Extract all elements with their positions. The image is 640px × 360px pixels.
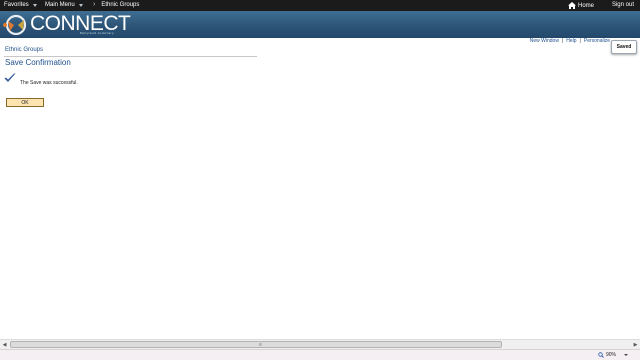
home-link[interactable]: Home bbox=[567, 2, 594, 9]
favorites-menu[interactable]: Favorites bbox=[4, 2, 37, 8]
magnifier-icon bbox=[598, 352, 604, 358]
status-bar: 90% bbox=[0, 349, 640, 360]
checkmark-icon bbox=[4, 73, 16, 82]
saved-indicator[interactable]: Saved bbox=[611, 40, 637, 54]
favorites-label: Favorites bbox=[4, 2, 29, 8]
scrollbar-thumb[interactable]: ≡ bbox=[10, 341, 502, 348]
logo-emblem-icon bbox=[3, 14, 27, 36]
zoom-level: 90% bbox=[605, 352, 616, 358]
utility-links: New Window | Help | Personalize bbox=[530, 38, 610, 44]
personalize-link[interactable]: Personalize bbox=[584, 38, 610, 44]
header-banner: CONNECT Maryland Judiciary bbox=[0, 11, 640, 38]
chevron-down-icon[interactable] bbox=[624, 354, 628, 356]
scroll-left-icon[interactable]: ◀ bbox=[0, 341, 9, 349]
main-menu-label: Main Menu bbox=[45, 2, 75, 8]
main-menu[interactable]: Main Menu bbox=[45, 2, 83, 8]
link-separator: | bbox=[579, 38, 581, 44]
logo-subtitle: Maryland Judiciary bbox=[80, 31, 115, 35]
help-link[interactable]: Help bbox=[566, 38, 576, 44]
horizontal-scrollbar[interactable]: ◀ ≡ ▶ bbox=[0, 339, 640, 349]
home-label: Home bbox=[577, 2, 594, 9]
breadcrumb[interactable]: › Ethnic Groups bbox=[93, 1, 140, 8]
connect-logo: CONNECT Maryland Judiciary bbox=[2, 12, 132, 37]
top-nav-bar: Favorites Main Menu › Ethnic Groups Home… bbox=[0, 0, 640, 11]
new-window-link[interactable]: New Window bbox=[530, 38, 559, 44]
component-title: Ethnic Groups bbox=[5, 47, 44, 53]
sign-out-link[interactable]: Sign out bbox=[612, 2, 634, 8]
breadcrumb-current: Ethnic Groups bbox=[101, 2, 140, 8]
chevron-down-icon bbox=[78, 3, 83, 7]
success-message: The Save was successful. bbox=[20, 80, 78, 86]
title-divider bbox=[4, 56, 257, 57]
home-icon bbox=[567, 2, 576, 9]
ok-button[interactable]: OK bbox=[6, 98, 44, 107]
chevron-right-icon: › bbox=[93, 1, 96, 8]
scroll-right-icon[interactable]: ▶ bbox=[631, 341, 640, 349]
chevron-down-icon bbox=[32, 3, 37, 7]
zoom-control[interactable]: 90% bbox=[598, 352, 628, 358]
page-title: Save Confirmation bbox=[5, 58, 71, 67]
link-separator: | bbox=[561, 38, 564, 44]
scroll-grip-icon: ≡ bbox=[259, 342, 262, 348]
